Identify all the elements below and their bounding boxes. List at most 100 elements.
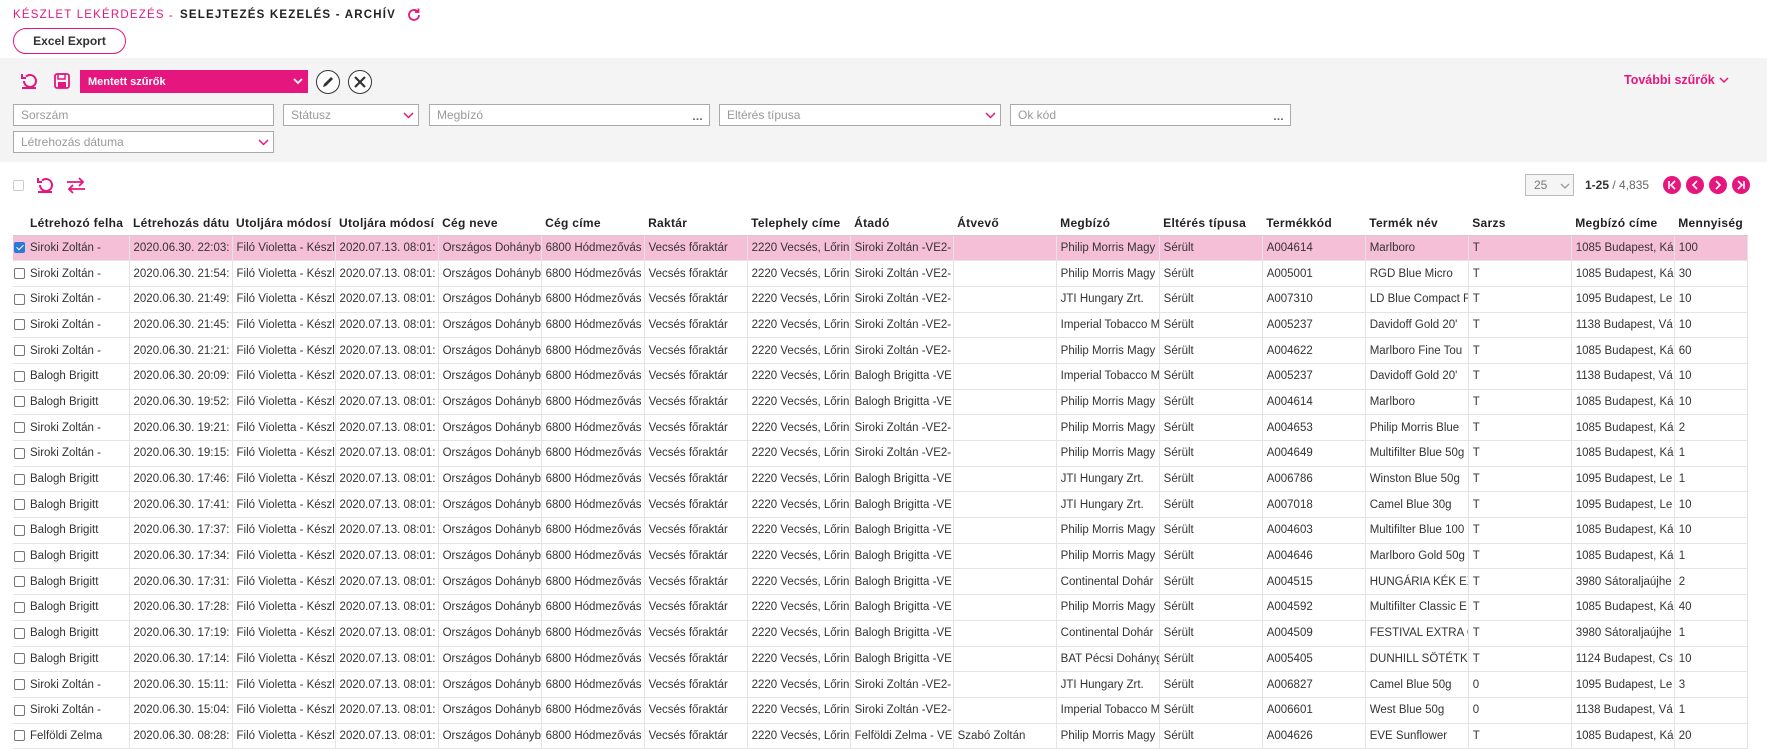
- refresh-grid-icon[interactable]: [34, 174, 56, 196]
- row-checkbox[interactable]: [14, 550, 25, 562]
- table-row[interactable]: Balogh Brigitt 2020.06.30. 19:52: Filó Vio…: [13, 389, 1749, 416]
- table-cell: T: [1468, 414, 1572, 441]
- table-row[interactable]: Balogh Brigitt 2020.06.30. 17:37: Filó Vio…: [13, 517, 1749, 544]
- row-checkbox[interactable]: [14, 653, 25, 665]
- table-row[interactable]: Siroki Zoltán -2020.06.30. 19:15: Filó Vi…: [13, 440, 1749, 467]
- table-row[interactable]: Balogh Brigitt 2020.06.30. 17:14: Filó Vio…: [13, 646, 1749, 673]
- column-header[interactable]: Mennyiség: [1674, 211, 1748, 236]
- row-checkbox[interactable]: [14, 576, 25, 588]
- row-checkbox[interactable]: [14, 601, 25, 613]
- column-header[interactable]: Átvevő: [953, 211, 1057, 236]
- table-row[interactable]: Siroki Zoltán -2020.06.30. 21:45: Filó Vi…: [13, 312, 1749, 339]
- row-checkbox[interactable]: [14, 524, 25, 536]
- table-cell: T: [1468, 620, 1572, 647]
- more-filters-toggle[interactable]: További szűrők: [1624, 73, 1729, 87]
- row-checkbox[interactable]: [14, 370, 25, 382]
- column-header[interactable]: Létrehozó felha: [26, 211, 130, 236]
- row-checkbox[interactable]: [14, 627, 25, 639]
- table-row[interactable]: Siroki Zoltán -2020.06.30. 15:11: Filó Vi…: [13, 671, 1749, 698]
- column-header[interactable]: Raktár: [644, 211, 748, 236]
- column-header[interactable]: Sarzs: [1468, 211, 1572, 236]
- column-header[interactable]: Megbízó címe: [1571, 211, 1675, 236]
- table-row[interactable]: Balogh Brigitt 2020.06.30. 17:46: Filó Vio…: [13, 466, 1749, 493]
- column-header[interactable]: Cég címe: [541, 211, 645, 236]
- table-row[interactable]: Balogh Brigitt 2020.06.30. 17:34: Filó Vio…: [13, 543, 1749, 570]
- status-select[interactable]: Státusz: [283, 104, 419, 126]
- column-header[interactable]: Utoljára módosí: [232, 211, 336, 236]
- table-row[interactable]: Siroki Zoltán -2020.06.30. 22:03: Filó Vi…: [13, 235, 1749, 262]
- column-header[interactable]: Telephely címe: [747, 211, 851, 236]
- row-checkbox[interactable]: [14, 345, 25, 357]
- table-cell: Vecsés főraktár: [644, 723, 748, 750]
- row-checkbox[interactable]: [14, 447, 25, 459]
- table-cell: Filó Violetta - Készl: [232, 286, 336, 313]
- table-cell: Filó Violetta - Készl: [232, 260, 336, 287]
- table-row[interactable]: Siroki Zoltán -2020.06.30. 19:21: Filó Vi…: [13, 414, 1749, 441]
- table-row[interactable]: Balogh Brigitt 2020.06.30. 17:19: Filó Vio…: [13, 620, 1749, 647]
- serial-input[interactable]: Sorszám: [13, 104, 274, 126]
- reason-code-lookup[interactable]: Ok kód …: [1010, 104, 1291, 126]
- edit-filter-button[interactable]: [316, 70, 340, 94]
- prev-page-button[interactable]: [1686, 176, 1705, 194]
- row-checkbox[interactable]: [14, 293, 25, 305]
- table-cell: 2220 Vecsés, Lőrin: [747, 389, 851, 416]
- column-header[interactable]: Termékkód: [1262, 211, 1366, 236]
- table-row[interactable]: Balogh Brigitt 2020.06.30. 20:09: Filó Vio…: [13, 363, 1749, 390]
- created-date-select[interactable]: Létrehozás dátuma: [13, 131, 274, 153]
- excel-export-button[interactable]: Excel Export: [13, 28, 126, 54]
- client-lookup[interactable]: Megbízó …: [429, 104, 710, 126]
- lookup-icon[interactable]: …: [692, 111, 704, 123]
- row-checkbox[interactable]: [14, 319, 25, 331]
- saved-filters-select[interactable]: Mentett szűrők: [80, 70, 308, 93]
- row-checkbox[interactable]: [14, 396, 25, 408]
- table-cell: A005001: [1262, 260, 1366, 287]
- table-row[interactable]: Siroki Zoltán -2020.06.30. 21:54: Filó Vi…: [13, 260, 1749, 287]
- table-row[interactable]: Siroki Zoltán -2020.06.30. 21:21: Filó Vi…: [13, 337, 1749, 364]
- row-checkbox[interactable]: [14, 242, 25, 254]
- diff-type-select[interactable]: Eltérés típusa: [719, 104, 1001, 126]
- table-cell: A006827: [1262, 671, 1366, 698]
- table-cell: Siroki Zoltán -VE2-: [850, 337, 954, 364]
- row-checkbox[interactable]: [14, 679, 25, 690]
- row-checkbox[interactable]: [14, 473, 25, 485]
- table-row[interactable]: Balogh Brigitt 2020.06.30. 17:28: Filó Vio…: [13, 594, 1749, 621]
- table-cell: Filó Violetta - Készl: [232, 440, 336, 467]
- table-cell: Imperial Tobacco M: [1056, 363, 1160, 390]
- column-header[interactable]: Cég neve: [438, 211, 542, 236]
- save-filter-icon[interactable]: [51, 70, 73, 92]
- breadcrumb[interactable]: Készlet lekérdezés: [13, 9, 165, 21]
- reason-code-placeholder: Ok kód: [1018, 108, 1057, 122]
- column-header[interactable]: Termék név: [1365, 211, 1469, 236]
- row-checkbox-cell: [13, 620, 26, 647]
- table-cell: 10: [1674, 646, 1749, 673]
- table-cell: Siroki Zoltán -VE2-: [850, 312, 954, 339]
- row-checkbox[interactable]: [14, 704, 25, 716]
- row-checkbox[interactable]: [14, 730, 25, 742]
- row-checkbox[interactable]: [14, 268, 25, 279]
- column-header[interactable]: Utoljára módosí: [335, 211, 439, 236]
- table-cell: 60: [1674, 337, 1749, 364]
- table-cell: 6800 Hódmezővás: [541, 414, 645, 441]
- column-header[interactable]: Átadó: [850, 211, 954, 236]
- table-row[interactable]: Siroki Zoltán -2020.06.30. 21:49: Filó Vi…: [13, 286, 1749, 313]
- row-checkbox[interactable]: [14, 422, 25, 434]
- first-page-button[interactable]: [1663, 176, 1682, 194]
- select-all-checkbox[interactable]: [13, 180, 24, 191]
- column-header[interactable]: Eltérés típusa: [1159, 211, 1263, 236]
- table-row[interactable]: Balogh Brigitt 2020.06.30. 17:41: Filó Vio…: [13, 491, 1749, 519]
- column-header[interactable]: Létrehozás dátu: [129, 211, 233, 236]
- next-page-button[interactable]: [1709, 176, 1728, 194]
- delete-filter-button[interactable]: [348, 70, 372, 94]
- table-row[interactable]: Siroki Zoltán -2020.06.30. 15:04: Filó Vi…: [13, 697, 1749, 724]
- column-header[interactable]: Megbízó: [1056, 211, 1160, 236]
- reset-filter-icon[interactable]: [18, 70, 40, 92]
- swap-columns-icon[interactable]: [64, 174, 88, 196]
- table-row[interactable]: Felföldi Zelma 2020.06.30. 08:28: Filó Vio…: [13, 723, 1749, 750]
- table-row[interactable]: Balogh Brigitt 2020.06.30. 17:31: Filó Vio…: [13, 568, 1749, 596]
- page-title: Selejtezés kezelés - archív: [179, 9, 396, 21]
- refresh-icon[interactable]: [406, 7, 422, 23]
- page-size-select[interactable]: 25: [1525, 174, 1574, 196]
- last-page-button[interactable]: [1732, 176, 1751, 194]
- row-checkbox[interactable]: [14, 499, 25, 511]
- lookup-icon[interactable]: …: [1273, 111, 1285, 123]
